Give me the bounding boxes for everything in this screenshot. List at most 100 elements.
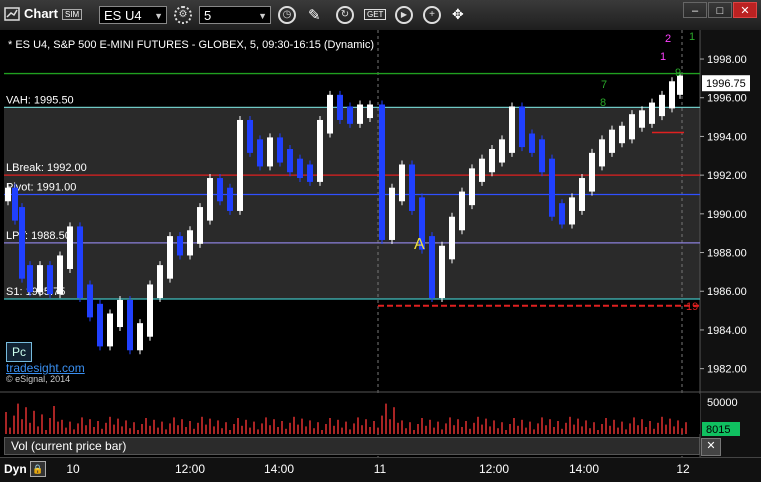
volume-current-label: 8015 bbox=[706, 424, 730, 436]
x-tick-label: 14:00 bbox=[568, 462, 600, 476]
candle-body bbox=[317, 119, 323, 182]
candle-body bbox=[389, 187, 395, 240]
app-title: Chart bbox=[24, 6, 58, 21]
volume-label: Vol (current price bar) bbox=[11, 439, 127, 453]
candle-body bbox=[529, 133, 535, 153]
close-panel-icon[interactable]: ✕ bbox=[701, 438, 721, 456]
close-button[interactable]: ✕ bbox=[733, 2, 757, 18]
volume-panel-label: Vol (current price bar) ✕ bbox=[4, 437, 721, 456]
sim-badge: SIM bbox=[62, 9, 83, 20]
x-tick-label: 12 bbox=[676, 462, 690, 476]
candle-body bbox=[137, 323, 143, 351]
price-chart[interactable]: VAH: 1995.50LBreak: 1992.00Pivot: 1991.0… bbox=[0, 30, 761, 457]
value-area-band bbox=[4, 107, 700, 299]
dyn-label: Dyn bbox=[4, 462, 27, 476]
x-axis: Dyn 🔒 10 12:00 14:00 11 12:00 14:00 12 bbox=[0, 457, 761, 482]
candle-body bbox=[469, 168, 475, 206]
chart-app-icon bbox=[4, 6, 22, 24]
sequence-label: 8 bbox=[600, 97, 606, 109]
candle-body bbox=[257, 139, 263, 167]
candle-body bbox=[569, 197, 575, 225]
candle-body bbox=[87, 284, 93, 318]
candle-body bbox=[579, 178, 585, 211]
candle-body bbox=[669, 81, 675, 109]
candle-body bbox=[549, 158, 555, 217]
candle-body bbox=[117, 299, 123, 328]
symbol-value: ES U4 bbox=[104, 8, 142, 23]
sequence-label: 9 bbox=[675, 67, 681, 79]
candle-body bbox=[147, 284, 153, 337]
candle-body bbox=[639, 110, 645, 128]
candle-body bbox=[519, 106, 525, 148]
candle-body bbox=[12, 187, 18, 221]
candle-body bbox=[77, 226, 83, 299]
candle-body bbox=[479, 158, 485, 182]
x-tick-label: 12:00 bbox=[174, 462, 206, 476]
y-tick-label: 1998.00 bbox=[707, 54, 747, 66]
candle-body bbox=[599, 139, 605, 167]
title-bar: Chart SIM ES U4 ▼ ⚙ 5 ▼ ◷ ✎ ↻ GET ▶ + ✥ … bbox=[0, 0, 761, 31]
prior-close-label: 19 bbox=[686, 301, 698, 313]
refresh-icon[interactable]: ↻ bbox=[336, 6, 354, 24]
interval-select[interactable]: 5 ▼ bbox=[199, 6, 271, 24]
sequence-label: 1 bbox=[689, 31, 695, 43]
annotation-label: A bbox=[414, 236, 425, 253]
candle-body bbox=[357, 104, 363, 124]
y-tick-label: 1990.00 bbox=[707, 209, 747, 221]
candle-body bbox=[107, 313, 113, 347]
candle-body bbox=[197, 207, 203, 244]
chevron-down-icon: ▼ bbox=[258, 11, 267, 21]
candle-body bbox=[67, 226, 73, 269]
candle-body bbox=[247, 119, 253, 153]
level-label: LBreak: 1992.00 bbox=[6, 162, 87, 174]
settings-icon[interactable]: ⚙ bbox=[174, 6, 192, 24]
candle-body bbox=[37, 265, 43, 293]
candle-body bbox=[327, 94, 333, 134]
candle-body bbox=[157, 265, 163, 299]
candle-body bbox=[237, 119, 243, 211]
get-icon[interactable]: GET bbox=[364, 9, 387, 20]
candle-body bbox=[187, 230, 193, 256]
candle-body bbox=[399, 164, 405, 202]
candle-body bbox=[277, 137, 283, 163]
lock-icon[interactable]: 🔒 bbox=[30, 461, 46, 477]
candle-body bbox=[459, 191, 465, 231]
maximize-button[interactable]: □ bbox=[708, 2, 732, 18]
candle-body bbox=[47, 265, 53, 295]
candle-body bbox=[629, 114, 635, 140]
pc-button[interactable]: Pc bbox=[6, 342, 32, 362]
draw-pencil-icon[interactable]: ✎ bbox=[308, 6, 321, 24]
level-label: LPT: 1988.50 bbox=[6, 230, 71, 242]
chevron-down-icon: ▼ bbox=[154, 11, 163, 21]
candle-body bbox=[409, 164, 415, 211]
copyright-text: © eSignal, 2014 bbox=[6, 374, 71, 384]
brand-link[interactable]: tradesight.com bbox=[6, 361, 85, 375]
zoom-icon[interactable]: + bbox=[423, 6, 441, 24]
interval-value: 5 bbox=[204, 8, 212, 23]
candle-body bbox=[297, 158, 303, 179]
candle-body bbox=[449, 216, 455, 260]
sequence-label: 2 bbox=[665, 33, 671, 45]
level-label: VAH: 1995.50 bbox=[6, 94, 74, 106]
candle-body bbox=[489, 149, 495, 173]
symbol-select[interactable]: ES U4 ▼ bbox=[99, 6, 167, 24]
x-tick-label: 10 bbox=[66, 462, 80, 476]
crosshair-icon[interactable]: ✥ bbox=[452, 6, 464, 24]
candle-body bbox=[207, 178, 213, 221]
sequence-label: 1 bbox=[660, 51, 666, 63]
candle-body bbox=[267, 137, 273, 167]
candle-body bbox=[619, 125, 625, 144]
candle-body bbox=[167, 236, 173, 279]
chart-title: * ES U4, S&P 500 E-MINI FUTURES - GLOBEX… bbox=[8, 39, 374, 51]
candle-body bbox=[97, 303, 103, 347]
minimize-button[interactable]: – bbox=[683, 2, 707, 18]
candle-body bbox=[539, 139, 545, 173]
clock-icon[interactable]: ◷ bbox=[278, 6, 296, 24]
play-icon[interactable]: ▶ bbox=[395, 6, 413, 24]
y-tick-label: 1984.00 bbox=[707, 325, 747, 337]
y-tick-label: 1992.00 bbox=[707, 170, 747, 182]
candle-body bbox=[19, 207, 25, 279]
y-tick-label: 1986.00 bbox=[707, 286, 747, 298]
x-tick-label: 12:00 bbox=[478, 462, 510, 476]
volume-axis-label: 50000 bbox=[707, 397, 738, 409]
